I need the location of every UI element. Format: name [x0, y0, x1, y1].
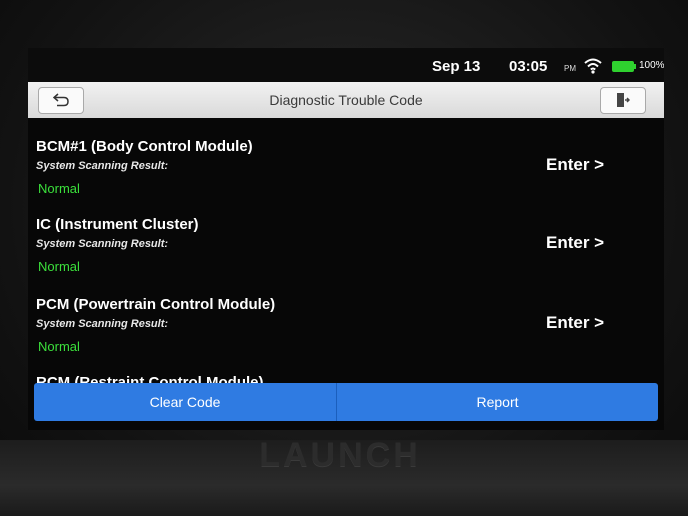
status-bar: Sep 13 03:05 PM 100%	[28, 48, 664, 82]
wifi-icon	[584, 58, 602, 74]
report-button[interactable]: Report	[337, 383, 658, 421]
exit-icon	[617, 93, 630, 107]
title-bar: Diagnostic Trouble Code	[28, 82, 664, 118]
status-time: 03:05	[509, 58, 548, 75]
clear-code-button[interactable]: Clear Code	[34, 383, 337, 421]
status-date: Sep 13	[432, 58, 481, 75]
scan-status: Normal	[38, 259, 80, 274]
status-ampm: PM	[564, 64, 576, 73]
battery-icon	[612, 61, 636, 72]
enter-button-bcm[interactable]: Enter >	[546, 155, 604, 175]
page-title: Diagnostic Trouble Code	[269, 92, 423, 108]
module-row-rcm[interactable]: RCM (Restraint Control Module)	[28, 354, 664, 384]
exit-button[interactable]	[600, 87, 646, 114]
enter-button-ic[interactable]: Enter >	[546, 233, 604, 253]
module-row-ic[interactable]: IC (Instrument Cluster) System Scanning …	[28, 196, 664, 274]
scan-result-label: System Scanning Result:	[36, 160, 169, 172]
back-button[interactable]	[38, 87, 84, 114]
module-list[interactable]: BCM#1 (Body Control Module) System Scann…	[28, 118, 664, 384]
action-bar: Clear Code Report	[34, 383, 658, 421]
scan-status: Normal	[38, 339, 80, 354]
scan-result-label: System Scanning Result:	[36, 318, 169, 330]
enter-button-pcm[interactable]: Enter >	[546, 313, 604, 333]
battery-percent: 100%	[639, 60, 664, 71]
module-name: PCM (Powertrain Control Module)	[36, 296, 276, 313]
scan-status: Normal	[38, 181, 80, 196]
module-name: BCM#1 (Body Control Module)	[36, 138, 253, 155]
module-row-pcm[interactable]: PCM (Powertrain Control Module) System S…	[28, 276, 664, 354]
scan-result-label: System Scanning Result:	[36, 238, 169, 250]
back-arrow-icon	[53, 93, 69, 107]
device-screen: Sep 13 03:05 PM 100% Diagnostic Trouble …	[28, 48, 664, 430]
brand-logo: LAUNCH	[259, 436, 421, 474]
module-name: IC (Instrument Cluster)	[36, 216, 199, 233]
module-row-bcm[interactable]: BCM#1 (Body Control Module) System Scann…	[28, 118, 664, 196]
